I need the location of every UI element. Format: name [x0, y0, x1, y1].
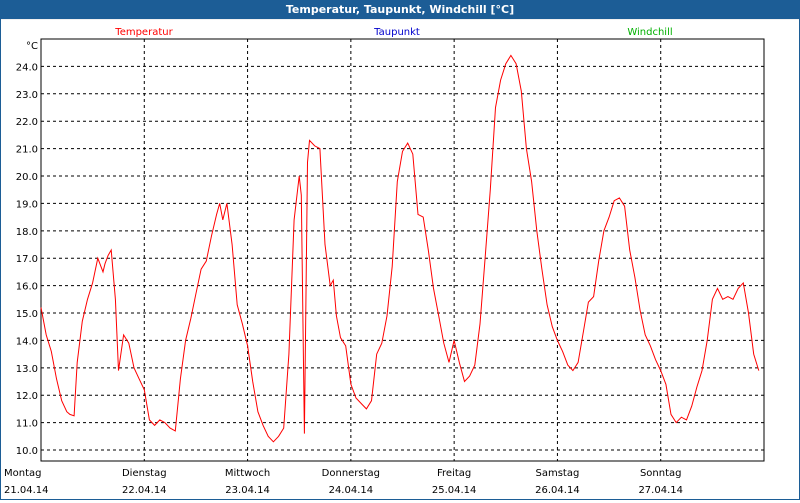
- x-tick-day-0: Montag: [4, 468, 41, 479]
- y-tick-label-6: 16.0: [16, 282, 38, 293]
- legend-windchill: Windchill: [627, 27, 672, 38]
- plot-frame: [40, 38, 765, 462]
- x-tick-day-5: Samstag: [536, 468, 580, 479]
- y-tick-label-10: 20.0: [16, 172, 38, 183]
- x-tick-date-6: 27.04.14: [638, 485, 683, 496]
- x-tick-day-4: Freitag: [437, 468, 471, 479]
- x-tick-day-1: Dienstag: [122, 468, 167, 479]
- window-title: Temperatur, Taupunkt, Windchill [°C]: [1, 1, 799, 19]
- y-tick-label-7: 17.0: [16, 254, 38, 265]
- x-tick-day-3: Donnerstag: [322, 468, 380, 479]
- x-tick-date-1: 22.04.14: [122, 485, 167, 496]
- legend-taupunkt: Taupunkt: [373, 27, 420, 38]
- x-tick-day-6: Sonntag: [640, 468, 682, 479]
- y-unit-label: °C: [26, 41, 38, 52]
- x-tick-date-2: 23.04.14: [225, 485, 270, 496]
- y-tick-label-11: 21.0: [16, 145, 38, 156]
- y-tick-label-3: 13.0: [16, 364, 38, 375]
- y-tick-label-2: 12.0: [16, 391, 38, 402]
- x-tick-date-3: 24.04.14: [329, 485, 374, 496]
- y-tick-label-9: 19.0: [16, 199, 38, 210]
- x-tick-date-4: 25.04.14: [432, 485, 477, 496]
- y-tick-label-8: 18.0: [16, 227, 38, 238]
- x-tick-date-5: 26.04.14: [535, 485, 580, 496]
- chart-window: Temperatur, Taupunkt, Windchill [°C] 10.…: [0, 0, 800, 500]
- x-tick-day-2: Mittwoch: [225, 468, 270, 479]
- y-tick-label-5: 15.0: [16, 309, 38, 320]
- y-tick-label-1: 11.0: [16, 419, 38, 430]
- y-tick-label-0: 10.0: [16, 446, 38, 457]
- x-tick-date-0: 21.04.14: [4, 485, 49, 496]
- chart-area: 10.0 11.0 12.0 13.0 14.0 15.0 16.0 17.0 18.0 19.0…: [1, 20, 799, 499]
- y-tick-label-12: 22.0: [16, 117, 38, 128]
- y-tick-label-4: 14.0: [16, 336, 38, 347]
- legend-temperatur: Temperatur: [114, 27, 173, 38]
- y-tick-label-14: 24.0: [16, 62, 38, 73]
- y-tick-label-13: 23.0: [16, 90, 38, 101]
- temperature-chart: 10.0 11.0 12.0 13.0 14.0 15.0 16.0 17.0 18.0 19.0…: [4, 27, 765, 496]
